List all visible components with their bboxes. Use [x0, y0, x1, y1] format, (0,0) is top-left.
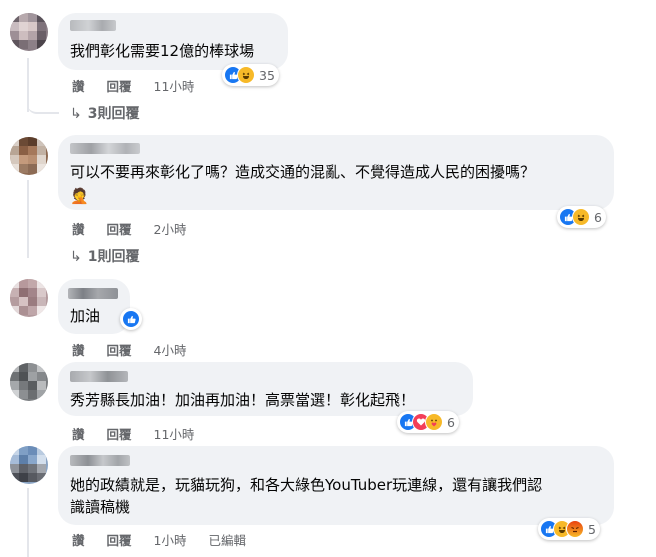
reaction-summary[interactable]: 6 — [557, 206, 606, 228]
comment-text: 秀芳縣長加油！加油再加油！高票當選！彰化起飛！ — [70, 391, 416, 409]
author-name-blurred[interactable] — [70, 143, 140, 154]
author-name-blurred[interactable] — [70, 371, 128, 382]
haha-icon — [237, 66, 255, 84]
avatar[interactable] — [10, 363, 48, 401]
timestamp[interactable]: 11小時 — [154, 79, 195, 94]
reaction-summary[interactable]: 5 — [538, 518, 600, 540]
reaction-count: 35 — [259, 67, 275, 83]
reply-arrow-icon: ↳ — [70, 249, 82, 265]
reply-link[interactable]: 回覆 — [107, 533, 132, 548]
comment-emoji: 🤦 — [70, 187, 89, 205]
reaction-summary[interactable]: 35 — [222, 64, 279, 86]
reply-arrow-icon: ↳ — [70, 106, 82, 122]
like-link[interactable]: 讚 — [72, 343, 85, 358]
author-name-blurred[interactable] — [68, 288, 118, 299]
view-replies-link[interactable]: ↳ 1則回覆 — [70, 246, 139, 266]
comment-actions: 讚 回覆 1小時 已編輯 — [72, 530, 264, 549]
comment-actions: 讚 回覆 11小時 — [72, 76, 212, 95]
timestamp[interactable]: 11小時 — [154, 427, 195, 442]
thread-line — [27, 180, 29, 258]
reaction-summary[interactable]: 6 — [397, 411, 459, 433]
care-icon — [425, 413, 443, 431]
comment-text: 加油 — [70, 307, 101, 325]
like-link[interactable]: 讚 — [72, 79, 85, 94]
view-replies-link[interactable]: ↳ 3則回覆 — [70, 103, 139, 123]
timestamp[interactable]: 4小時 — [154, 343, 187, 358]
thread-line — [27, 488, 29, 557]
comment-bubble: 秀芳縣長加油！加油再加油！高票當選！彰化起飛！ — [58, 362, 473, 416]
comment-actions: 讚 回覆 4小時 — [72, 340, 204, 359]
comment-bubble: 可以不要再來彰化了嗎？造成交通的混亂、不覺得造成人民的困擾嗎？ 🤦 — [58, 135, 614, 210]
like-link[interactable]: 讚 — [72, 533, 85, 548]
reaction-summary[interactable] — [120, 308, 142, 330]
reply-link[interactable]: 回覆 — [107, 222, 132, 237]
comment-bubble: 我們彰化需要12億的棒球場 — [58, 13, 288, 70]
like-link[interactable]: 讚 — [72, 222, 85, 237]
author-name-blurred[interactable] — [70, 455, 130, 466]
author-name-blurred[interactable] — [70, 20, 116, 31]
reaction-count: 6 — [594, 209, 602, 225]
comment-text: 可以不要再來彰化了嗎？造成交通的混亂、不覺得造成人民的困擾嗎？ — [70, 163, 536, 181]
comment-text-line2: 識讀稿機 — [70, 498, 131, 516]
comment-actions: 讚 回覆 11小時 — [72, 424, 212, 443]
avatar[interactable] — [10, 137, 48, 175]
replies-label: 1則回覆 — [87, 249, 140, 265]
edited-label[interactable]: 已編輯 — [208, 533, 246, 548]
angry-icon — [566, 520, 584, 538]
comment-text: 我們彰化需要12億的棒球場 — [70, 42, 255, 60]
comment-bubble: 加油 — [58, 279, 130, 334]
like-link[interactable]: 讚 — [72, 427, 85, 442]
avatar[interactable] — [10, 13, 48, 51]
replies-label: 3則回覆 — [87, 106, 140, 122]
avatar[interactable] — [10, 446, 48, 484]
like-icon — [122, 310, 140, 328]
haha-icon — [572, 208, 590, 226]
reaction-count: 5 — [588, 521, 596, 537]
timestamp[interactable]: 2小時 — [154, 222, 187, 237]
reply-link[interactable]: 回覆 — [107, 343, 132, 358]
avatar[interactable] — [10, 279, 48, 317]
reaction-count: 6 — [447, 414, 455, 430]
timestamp[interactable]: 1小時 — [154, 533, 187, 548]
comment-bubble: 她的政績就是，玩貓玩狗，和各大綠色YouTuber玩連線，還有讓我們認 識讀稿機 — [58, 446, 614, 525]
reply-link[interactable]: 回覆 — [107, 427, 132, 442]
comment-actions: 讚 回覆 2小時 — [72, 219, 204, 238]
thread-connector — [27, 92, 59, 114]
reply-link[interactable]: 回覆 — [107, 79, 132, 94]
comment-text: 她的政績就是，玩貓玩狗，和各大綠色YouTuber玩連線，還有讓我們認 — [70, 476, 543, 494]
